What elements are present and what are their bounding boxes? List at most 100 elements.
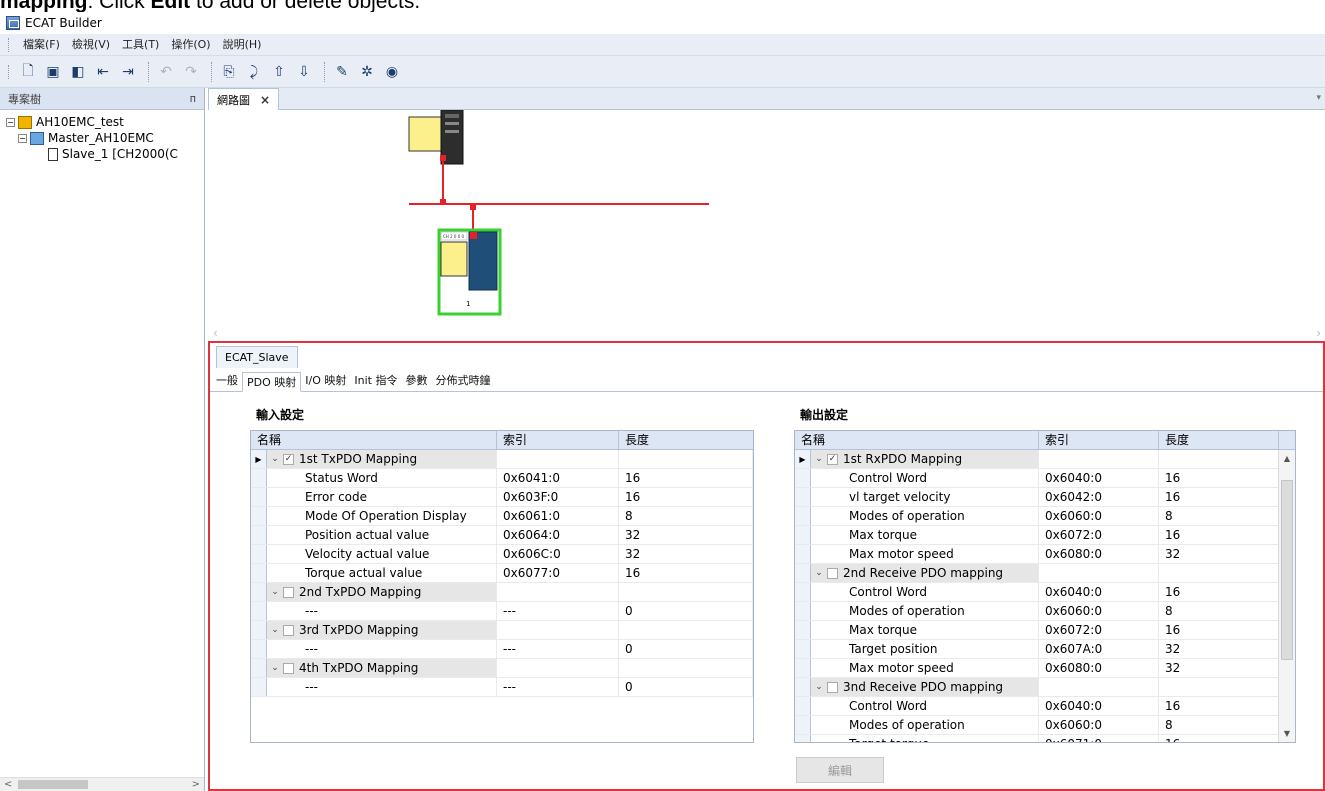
output-pdo-grid[interactable]: 名稱 索引 長度 ▶ ⌄ ✓ 1st RxPDO Mapping Control Wor… — [794, 430, 1296, 743]
edit-button[interactable]: 編輯 — [796, 757, 884, 783]
upload-icon[interactable]: ⇧ — [268, 61, 290, 83]
pdo-entry-row[interactable]: Error code 0x603F:0 16 — [251, 488, 753, 507]
tree-node-slave[interactable]: Slave_1 [CH2000(C — [6, 146, 198, 162]
expand-chevron-icon[interactable]: ⌄ — [267, 587, 283, 597]
menu-file[interactable]: 檔案(F) — [17, 36, 66, 54]
expand-chevron-icon[interactable]: ⌄ — [811, 568, 827, 578]
pdo-entry-row[interactable]: Control Word 0x6040:0 16 — [795, 697, 1295, 716]
row-selector[interactable] — [251, 602, 267, 620]
row-selector[interactable] — [795, 640, 811, 658]
collapse-icon[interactable]: − — [18, 133, 27, 143]
pdo-entry-row[interactable]: --- --- 0 — [251, 640, 753, 659]
row-selector[interactable] — [795, 716, 811, 734]
pdo-group-row[interactable]: ⌄ 2nd TxPDO Mapping — [251, 583, 753, 602]
row-selector[interactable] — [251, 621, 267, 639]
online-icon[interactable]: ◉ — [381, 61, 403, 83]
row-selector[interactable] — [795, 545, 811, 563]
import-icon[interactable]: ⇤ — [92, 61, 114, 83]
settings-icon[interactable]: ✲ — [356, 61, 378, 83]
tree-node-master[interactable]: − Master_AH10EMC — [6, 130, 198, 146]
row-selector[interactable] — [795, 697, 811, 715]
collapse-icon[interactable]: − — [6, 117, 15, 127]
dropdown-arrow-icon[interactable]: ▾ — [1316, 93, 1321, 103]
column-header-length[interactable]: 長度 — [1159, 431, 1279, 449]
network-canvas[interactable]: CH 2 0 0 0 1 ‹ › — [209, 110, 1325, 340]
pdo-entry-row[interactable]: Modes of operation 0x6060:0 8 — [795, 716, 1295, 735]
column-header-name[interactable]: 名稱 — [795, 431, 1039, 449]
tab-ecat-slave[interactable]: ECAT_Slave — [216, 346, 298, 368]
row-selector[interactable] — [251, 507, 267, 525]
row-selector[interactable] — [795, 678, 811, 696]
input-pdo-grid[interactable]: 名稱 索引 長度 ▶ ⌄ ✓ 1st TxPDO Mapping Status Word… — [250, 430, 754, 743]
pdo-enable-checkbox[interactable] — [827, 567, 838, 579]
expand-chevron-icon[interactable]: ⌄ — [267, 663, 283, 673]
pdo-group-row[interactable]: ⌄ 3nd Receive PDO mapping — [795, 678, 1295, 697]
pdo-entry-row[interactable]: Status Word 0x6041:0 16 — [251, 469, 753, 488]
pdo-entry-row[interactable]: --- --- 0 — [251, 602, 753, 621]
menu-view[interactable]: 檢視(V) — [66, 36, 116, 54]
expand-chevron-icon[interactable]: ⌄ — [811, 682, 827, 692]
expand-chevron-icon[interactable]: ⌄ — [267, 625, 283, 635]
expand-chevron-icon[interactable]: ⌄ — [811, 454, 827, 464]
row-selector[interactable] — [795, 469, 811, 487]
scan-icon[interactable]: ⤸ — [243, 61, 265, 83]
menu-help[interactable]: 說明(H) — [217, 36, 268, 54]
canvas-scrollbar[interactable]: ‹ › — [209, 326, 1325, 340]
row-selector[interactable]: ▶ — [795, 450, 811, 468]
column-header-index[interactable]: 索引 — [1039, 431, 1159, 449]
pdo-enable-checkbox[interactable] — [283, 586, 294, 598]
save-icon[interactable]: ▣ — [42, 61, 64, 83]
pdo-group-row[interactable]: ▶ ⌄ ✓ 1st TxPDO Mapping — [251, 450, 753, 469]
new-file-icon[interactable]: 🗋 — [17, 61, 39, 83]
row-selector[interactable]: ▶ — [251, 450, 267, 468]
row-selector[interactable] — [251, 640, 267, 658]
pdo-enable-checkbox[interactable]: ✓ — [827, 453, 838, 465]
undo-icon[interactable]: ↶ — [155, 61, 177, 83]
tab-init-commands[interactable]: Init 指令 — [350, 371, 401, 391]
row-selector[interactable] — [795, 507, 811, 525]
pdo-entry-row[interactable]: Modes of operation 0x6060:0 8 — [795, 602, 1295, 621]
tools-icon[interactable]: ✎ — [331, 61, 353, 83]
scroll-right-icon[interactable]: › — [1316, 326, 1321, 340]
output-grid-vertical-scrollbar[interactable]: ▲ ▼ — [1278, 450, 1295, 742]
tab-general[interactable]: 一般 — [212, 371, 242, 391]
tree-horizontal-scrollbar[interactable]: < > — [0, 777, 204, 791]
close-icon[interactable]: × — [260, 93, 270, 107]
row-selector[interactable] — [251, 545, 267, 563]
open-icon[interactable]: ◧ — [67, 61, 89, 83]
menu-operation[interactable]: 操作(O) — [165, 36, 216, 54]
pdo-entry-row[interactable]: Modes of operation 0x6060:0 8 — [795, 507, 1295, 526]
master-io-module[interactable] — [408, 116, 442, 152]
row-selector[interactable] — [795, 735, 811, 742]
row-selector[interactable] — [795, 564, 811, 582]
pdo-entry-row[interactable]: Torque actual value 0x6077:0 16 — [251, 564, 753, 583]
pdo-entry-row[interactable]: Position actual value 0x6064:0 32 — [251, 526, 753, 545]
scroll-up-icon[interactable]: ▲ — [1279, 450, 1295, 467]
tree-node-project[interactable]: − AH10EMC_test — [6, 114, 198, 130]
tab-parameters[interactable]: 參數 — [401, 371, 431, 391]
pdo-entry-row[interactable]: vl target velocity 0x6042:0 16 — [795, 488, 1295, 507]
scroll-thumb[interactable] — [18, 780, 89, 789]
pdo-entry-row[interactable]: Max torque 0x6072:0 16 — [795, 621, 1295, 640]
scroll-down-icon[interactable]: ▼ — [1279, 725, 1295, 742]
compare-icon[interactable]: ⇩ — [293, 61, 315, 83]
scroll-right-icon[interactable]: > — [192, 779, 200, 790]
tab-io-mapping[interactable]: I/O 映射 — [301, 371, 350, 391]
pdo-enable-checkbox[interactable] — [827, 681, 838, 693]
scroll-thumb[interactable] — [1281, 480, 1293, 660]
download-icon[interactable]: ⎘ — [218, 61, 240, 83]
export-icon[interactable]: ⇥ — [117, 61, 139, 83]
pdo-entry-row[interactable]: Velocity actual value 0x606C:0 32 — [251, 545, 753, 564]
row-selector[interactable] — [251, 659, 267, 677]
menu-tools[interactable]: 工具(T) — [116, 36, 165, 54]
row-selector[interactable] — [251, 488, 267, 506]
pdo-entry-row[interactable]: Max torque 0x6072:0 16 — [795, 526, 1295, 545]
row-selector[interactable] — [795, 526, 811, 544]
row-selector[interactable] — [795, 659, 811, 677]
scroll-left-icon[interactable]: ‹ — [213, 326, 218, 340]
pdo-entry-row[interactable]: Control Word 0x6040:0 16 — [795, 469, 1295, 488]
pin-icon[interactable]: ᴨ — [190, 92, 196, 105]
tab-network-diagram[interactable]: 網路圖 × — [208, 88, 280, 110]
column-header-length[interactable]: 長度 — [619, 431, 753, 449]
pdo-group-row[interactable]: ⌄ 2nd Receive PDO mapping — [795, 564, 1295, 583]
